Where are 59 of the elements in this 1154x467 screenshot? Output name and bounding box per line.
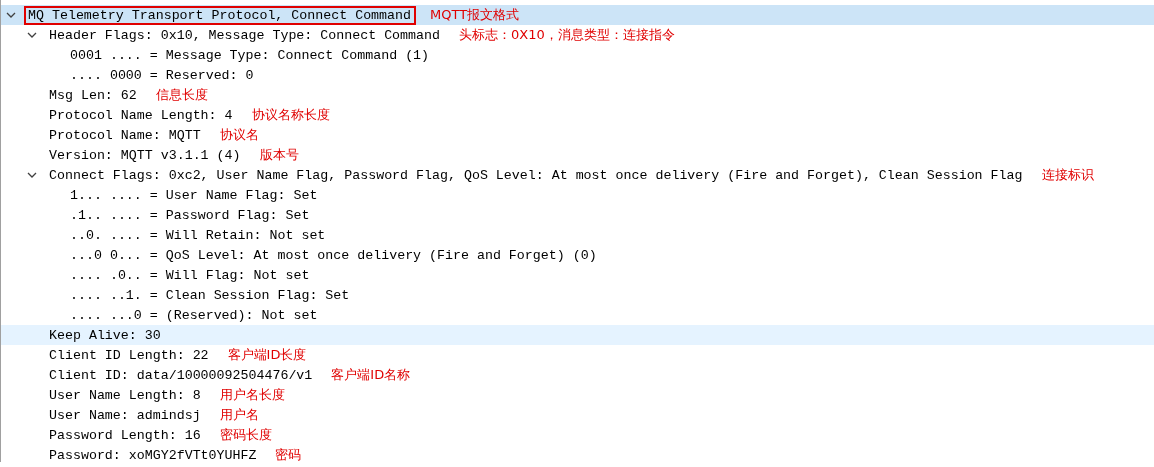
annotation-text: 信息长度 xyxy=(155,86,208,104)
tree-item-label[interactable]: .... ..1. = Clean Session Flag: Set xyxy=(66,285,355,305)
tree-row[interactable]: Protocol Name: MQTT 协议名 xyxy=(1,125,1154,145)
tree-item-label[interactable]: .... 0000 = Reserved: 0 xyxy=(66,65,259,85)
annotation-text: 连接标识 xyxy=(1041,166,1094,184)
annotation-text: 密码长度 xyxy=(219,426,272,444)
annotation-text: MQTT报文格式 xyxy=(430,6,520,24)
tree-item-label[interactable]: Connect Flags: 0xc2, User Name Flag, Password Flag, QoS Level: At most once delivery (Fire and Forget), Clean Session Flag xyxy=(45,165,1028,185)
tree-item-label[interactable]: .... ...0 = (Reserved): Not set xyxy=(66,305,323,325)
tree-item-label[interactable]: Version: MQTT v3.1.1 (4) xyxy=(45,145,246,165)
tree-item-label[interactable]: .... .0.. = Will Flag: Not set xyxy=(66,265,315,285)
annotation-text: 用户名长度 xyxy=(219,386,285,404)
tree-item-label[interactable]: User Name: admindsj xyxy=(45,405,206,425)
tree-item-label[interactable]: MQ Telemetry Transport Protocol, Connect Command xyxy=(24,5,416,25)
tree-row[interactable]: ..0. .... = Will Retain: Not set xyxy=(1,225,1154,245)
tree-row[interactable]: .... ...0 = (Reserved): Not set xyxy=(1,305,1154,325)
tree-item-label[interactable]: Msg Len: 62 xyxy=(45,85,142,105)
tree-item-label[interactable]: Client ID Length: 22 xyxy=(45,345,214,365)
tree-item-label[interactable]: 0001 .... = Message Type: Connect Command (1) xyxy=(66,45,435,65)
annotation-text: 协议名称长度 xyxy=(251,106,330,124)
annotation-text: 头标志：0X10，消息类型：连接指令 xyxy=(459,26,675,44)
tree-row[interactable]: Password: xoMGY2fVTt0YUHFZ 密码 xyxy=(1,445,1154,462)
tree-row[interactable]: Header Flags: 0x10, Message Type: Connect Command 头标志：0X10，消息类型：连接指令 xyxy=(1,25,1154,45)
tree-row[interactable]: 1... .... = User Name Flag: Set xyxy=(1,185,1154,205)
tree-row[interactable]: User Name: admindsj 用户名 xyxy=(1,405,1154,425)
tree-row[interactable]: Connect Flags: 0xc2, User Name Flag, Password Flag, QoS Level: At most once delivery (Fire and Forget), Clean Session Flag 连接标识 xyxy=(1,165,1154,185)
tree-row[interactable]: .1.. .... = Password Flag: Set xyxy=(1,205,1154,225)
tree-item-label[interactable]: Header Flags: 0x10, Message Type: Connect Command xyxy=(45,25,445,45)
tree-item-label[interactable]: Password Length: 16 xyxy=(45,425,206,445)
tree-item-label[interactable]: ..0. .... = Will Retain: Not set xyxy=(66,225,331,245)
annotation-text: 用户名 xyxy=(219,406,259,424)
tree-item-label[interactable]: 1... .... = User Name Flag: Set xyxy=(66,185,323,205)
tree-row[interactable]: Version: MQTT v3.1.1 (4) 版本号 xyxy=(1,145,1154,165)
tree-row[interactable]: Client ID Length: 22 客户端ID长度 xyxy=(1,345,1154,365)
tree-row[interactable]: .... 0000 = Reserved: 0 xyxy=(1,65,1154,85)
tree-item-label[interactable]: Keep Alive: 30 xyxy=(45,325,166,345)
annotation-text: 客户端ID名称 xyxy=(331,366,411,384)
tree-row[interactable]: Password Length: 16 密码长度 xyxy=(1,425,1154,445)
tree-item-label[interactable]: ...0 0... = QoS Level: At most once delivery (Fire and Forget) (0) xyxy=(66,245,602,265)
tree-row[interactable]: ...0 0... = QoS Level: At most once delivery (Fire and Forget) (0) xyxy=(1,245,1154,265)
annotation-text: 版本号 xyxy=(259,146,299,164)
tree-item-label[interactable]: .1.. .... = Password Flag: Set xyxy=(66,205,315,225)
tree-row[interactable]: Msg Len: 62 信息长度 xyxy=(1,85,1154,105)
tree-item-label[interactable]: User Name Length: 8 xyxy=(45,385,206,405)
tree-row[interactable]: .... .0.. = Will Flag: Not set xyxy=(1,265,1154,285)
tree-row[interactable]: Protocol Name Length: 4 协议名称长度 xyxy=(1,105,1154,125)
tree-item-label[interactable]: Protocol Name: MQTT xyxy=(45,125,206,145)
tree-item-label[interactable]: Password: xoMGY2fVTt0YUHFZ xyxy=(45,445,262,462)
tree-row[interactable]: Keep Alive: 30 xyxy=(1,325,1154,345)
tree-row[interactable]: Client ID: data/10000092504476/v1 客户端ID名称 xyxy=(1,365,1154,385)
tree-row[interactable]: 0001 .... = Message Type: Connect Command (1) xyxy=(1,45,1154,65)
tree-row[interactable]: .... ..1. = Clean Session Flag: Set xyxy=(1,285,1154,305)
tree-row[interactable]: MQ Telemetry Transport Protocol, Connect Command MQTT报文格式 xyxy=(1,5,1154,25)
annotation-text: 密码 xyxy=(275,446,302,462)
tree-item-label[interactable]: Protocol Name Length: 4 xyxy=(45,105,238,125)
tree-row[interactable]: User Name Length: 8 用户名长度 xyxy=(1,385,1154,405)
annotation-text: 协议名 xyxy=(219,126,259,144)
annotation-text: 客户端ID长度 xyxy=(227,346,307,364)
tree-item-label[interactable]: Client ID: data/10000092504476/v1 xyxy=(45,365,318,385)
